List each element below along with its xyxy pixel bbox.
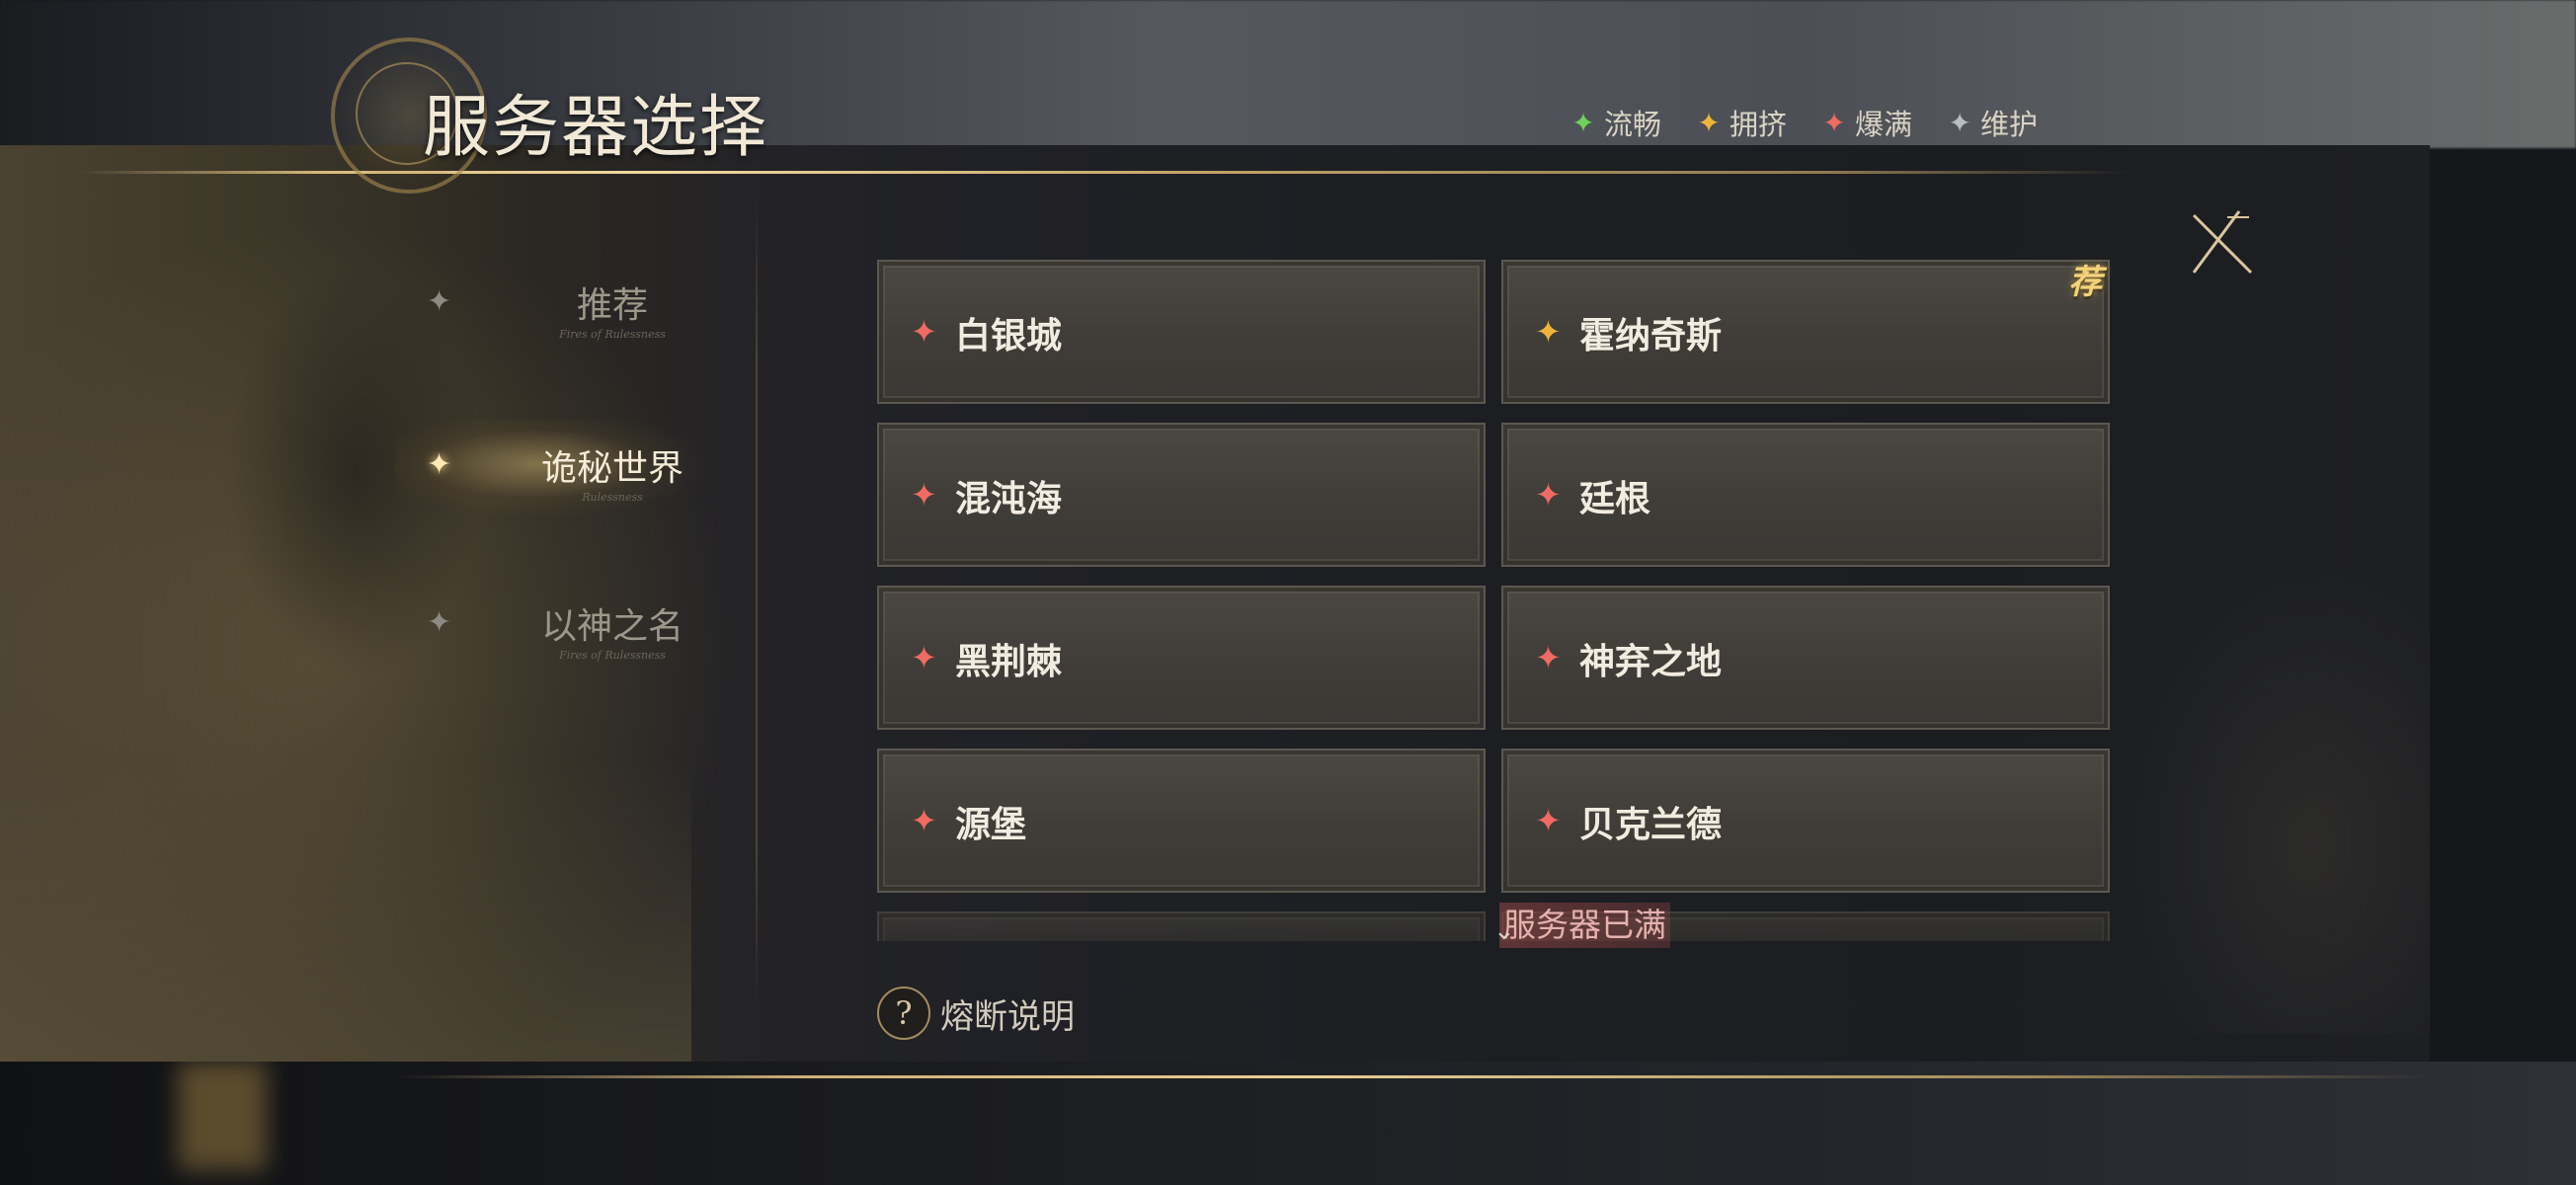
status-star-icon: ✦ — [1535, 802, 1562, 839]
footer-divider — [395, 1075, 2430, 1078]
star-green-icon: ✦ — [1571, 106, 1595, 139]
nav-subtitle: Fires of Rulessness — [559, 649, 666, 662]
legend-label: 维护 — [1980, 108, 2039, 141]
server-list[interactable]: ✦ 白银城 ✦ 霍纳奇斯 ✦ 混沌海 ✦ 廷根 ✦ 黑荆棘 ✦ 神弃之地 ✦ 源… — [877, 260, 2112, 941]
server-name: 黑荆棘 — [955, 641, 1063, 682]
legend-item-maintenance: ✦ 维护 — [1945, 102, 2038, 143]
status-star-icon: ✦ — [911, 639, 937, 676]
star-icon: ✦ — [427, 284, 452, 319]
server-card[interactable]: ✦ 源堡 — [877, 749, 1486, 893]
recommended-badge: 荐 — [2068, 263, 2102, 302]
legend-item-full: ✦ 爆满 — [1819, 102, 1912, 143]
server-card[interactable]: ✦ 神弃之地 — [1501, 586, 2110, 730]
server-name: 神弃之地 — [1579, 641, 1723, 682]
fuse-help-button[interactable]: ? 熔断说明 — [877, 986, 1075, 1041]
server-full-toast: 服务器已满 — [1499, 903, 1670, 948]
chevron-down-icon[interactable]: ⌄ — [1493, 916, 1515, 946]
server-name: 贝克兰德 — [1579, 804, 1723, 845]
nav-label: 推荐 — [576, 285, 648, 326]
server-card[interactable]: ✦ 廷根 — [1501, 423, 2110, 567]
page-title: 服务器选择 — [423, 89, 769, 167]
nav-subtitle: Fires of Rulessness — [559, 328, 666, 341]
background-bottom — [0, 1062, 2576, 1185]
legend-item-smooth: ✦ 流畅 — [1569, 102, 1661, 143]
legend-label: 爆满 — [1855, 108, 1913, 141]
star-gray-icon: ✦ — [1948, 106, 1972, 139]
legend-label: 拥挤 — [1730, 108, 1788, 141]
question-icon: ? — [877, 987, 930, 1040]
nav-divider — [756, 198, 758, 1007]
panel-background-ruins — [0, 757, 691, 1062]
fuse-help-label: 熔断说明 — [940, 996, 1075, 1037]
background-blur-figure — [178, 1062, 267, 1170]
server-card[interactable]: ✦ 贝克兰德 — [1501, 749, 2110, 893]
close-icon — [2192, 210, 2253, 275]
nav-item-in-gods-name[interactable]: ✦ 以神之名 Fires of Rulessness — [415, 588, 711, 676]
star-icon: ✦ — [427, 605, 452, 640]
status-star-icon: ✦ — [1535, 476, 1562, 514]
server-card-partial[interactable] — [877, 911, 1486, 941]
nav-item-lord-of-mysteries[interactable]: ✦ 诡秘世界 Rulessness — [395, 420, 711, 518]
server-card[interactable]: ✦ 混沌海 — [877, 423, 1486, 567]
star-icon: ✦ — [427, 447, 452, 482]
nav-label: 以神之名 — [540, 606, 684, 647]
status-star-icon: ✦ — [1535, 639, 1562, 676]
server-card[interactable]: ✦ 霍纳奇斯 — [1501, 260, 2110, 404]
nav-subtitle: Rulessness — [582, 491, 643, 504]
status-star-icon: ✦ — [1535, 313, 1562, 351]
status-star-icon: ✦ — [911, 476, 937, 514]
nav-item-recommended[interactable]: ✦ 推荐 Fires of Rulessness — [415, 267, 711, 356]
server-name: 混沌海 — [955, 478, 1063, 519]
server-card[interactable]: ✦ 白银城 — [877, 260, 1486, 404]
server-name: 霍纳奇斯 — [1579, 315, 1723, 356]
server-card[interactable]: ✦ 黑荆棘 — [877, 586, 1486, 730]
status-legend: ✦ 流畅 ✦ 拥挤 ✦ 爆满 ✦ 维护 — [1569, 101, 2070, 144]
close-button[interactable] — [2188, 209, 2257, 278]
star-yellow-icon: ✦ — [1697, 106, 1721, 139]
server-name: 源堡 — [955, 804, 1027, 845]
status-star-icon: ✦ — [911, 313, 937, 351]
server-name: 白银城 — [955, 315, 1063, 356]
status-star-icon: ✦ — [911, 802, 937, 839]
legend-item-crowded: ✦ 拥挤 — [1694, 102, 1787, 143]
server-name: 廷根 — [1579, 478, 1651, 519]
nav-label: 诡秘世界 — [540, 448, 684, 489]
star-red-icon: ✦ — [1822, 106, 1846, 139]
panel-background-ornament — [2114, 560, 2430, 1034]
legend-label: 流畅 — [1604, 108, 1662, 141]
